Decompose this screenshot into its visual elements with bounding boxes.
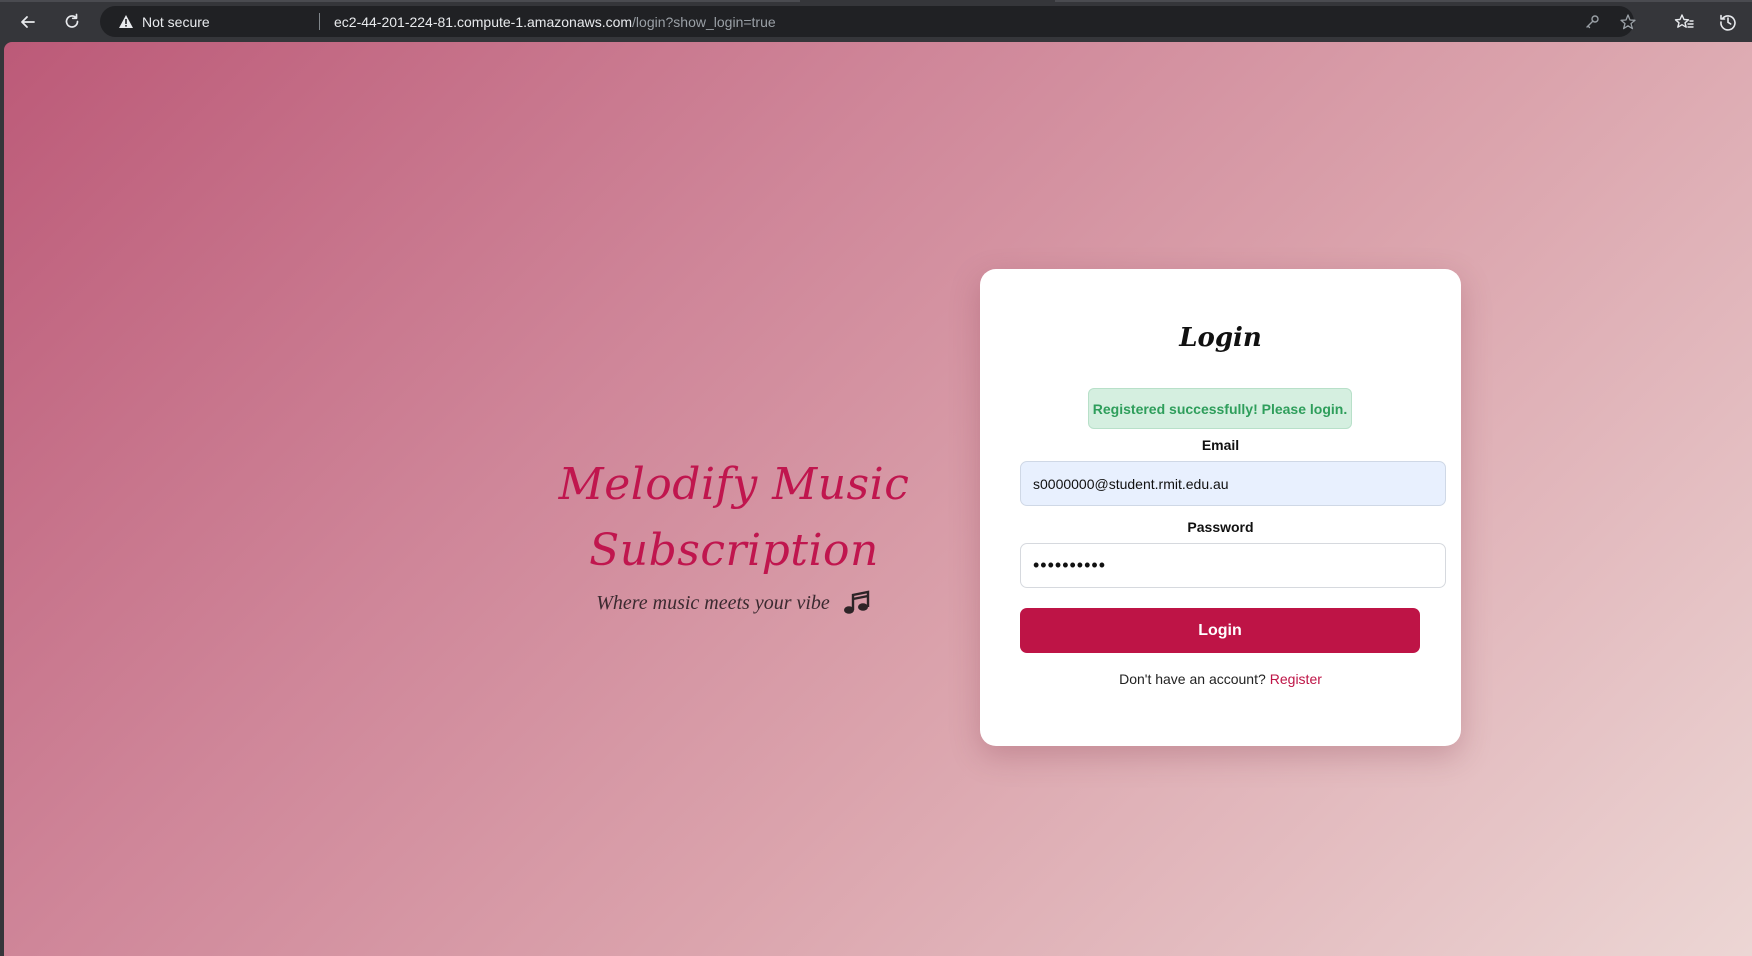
reload-button[interactable] <box>58 8 86 36</box>
browser-toolbar: Not secure ec2-44-201-224-81.compute-1.a… <box>0 0 1752 42</box>
reload-icon <box>65 13 79 28</box>
url-path: /login?show_login=true <box>632 14 776 30</box>
url-text[interactable]: ec2-44-201-224-81.compute-1.amazonaws.co… <box>334 14 776 30</box>
email-label: Email <box>1201 437 1240 453</box>
history-button[interactable] <box>1716 10 1740 34</box>
email-field[interactable]: s0000000@student.rmit.edu.au <box>1020 461 1446 506</box>
register-prompt: Don't have an account? Register <box>980 671 1461 687</box>
back-icon <box>21 16 35 28</box>
password-field[interactable]: •••••••••• <box>1020 543 1446 588</box>
back-button[interactable] <box>14 8 42 36</box>
hero-tagline: Where music meets your vibe <box>596 591 830 614</box>
page-viewport: Melodify Music Subscription Where music … <box>4 42 1752 956</box>
tab-strip-edge <box>0 0 800 2</box>
password-label: Password <box>1187 519 1254 535</box>
password-key-button[interactable] <box>1582 12 1602 32</box>
login-card: Login Registered successfully! Please lo… <box>980 269 1461 746</box>
hero-section: Melodify Music Subscription Where music … <box>504 452 964 616</box>
star-icon <box>1620 14 1636 30</box>
omnibox-separator <box>319 13 320 30</box>
music-notes-icon <box>843 590 870 614</box>
hero-tagline-row: Where music meets your vibe <box>504 590 964 616</box>
hero-title: Melodify Music Subscription <box>504 452 964 584</box>
url-host: ec2-44-201-224-81.compute-1.amazonaws.co… <box>334 14 633 30</box>
history-icon <box>1720 14 1736 31</box>
success-alert: Registered successfully! Please login. <box>1088 388 1352 429</box>
key-icon <box>1586 15 1599 29</box>
hero-title-line2: Subscription <box>589 525 879 576</box>
favorites-icon <box>1674 14 1694 28</box>
register-link[interactable]: Register <box>1270 671 1322 687</box>
tab-strip-edge <box>1055 0 1752 2</box>
warning-icon <box>119 15 133 28</box>
login-button[interactable]: Login <box>1020 608 1420 653</box>
favorites-button[interactable] <box>1672 10 1696 34</box>
register-prompt-text: Don't have an account? <box>1119 671 1266 687</box>
hero-title-line1: Melodify Music <box>558 459 910 510</box>
address-bar[interactable]: Not secure ec2-44-201-224-81.compute-1.a… <box>100 6 1636 37</box>
security-label[interactable]: Not secure <box>142 14 210 30</box>
bookmark-button[interactable] <box>1618 12 1638 32</box>
login-title: Login <box>1179 323 1262 353</box>
